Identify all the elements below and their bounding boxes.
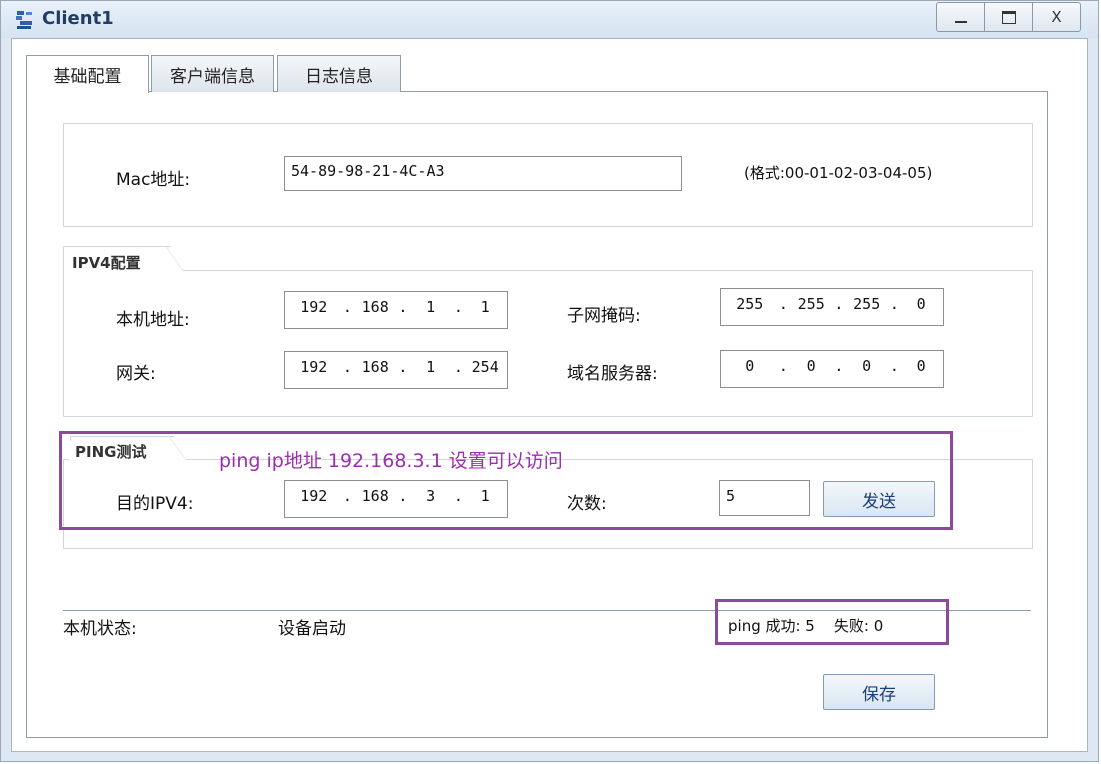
octet: 0: [862, 357, 872, 375]
octet: 0: [916, 357, 926, 375]
close-icon: X: [1051, 8, 1062, 26]
mac-format-hint: (格式:00-01-02-03-04-05): [744, 164, 933, 182]
octet: 192: [300, 298, 328, 316]
mac-input[interactable]: 54-89-98-21-4C-A3: [284, 156, 682, 191]
tab-log-info[interactable]: 日志信息: [277, 55, 401, 92]
octet: 168: [361, 358, 389, 376]
local-address-input[interactable]: 192. 168. 1. 1: [284, 291, 508, 329]
dns-label: 域名服务器:: [567, 364, 658, 384]
octet: 254: [471, 358, 499, 376]
window-controls: X: [936, 2, 1084, 32]
save-button[interactable]: 保存: [823, 674, 935, 710]
octet: 1: [426, 358, 436, 376]
ping-highlight-box: [59, 431, 953, 530]
maximize-icon: [1001, 10, 1016, 24]
gateway-label: 网关:: [116, 364, 156, 384]
tab-basic-config[interactable]: 基础配置: [26, 55, 149, 93]
mac-label: Mac地址:: [116, 170, 191, 190]
octet: 168: [361, 298, 389, 316]
status-value: 设备启动: [278, 619, 346, 639]
octet: 0: [745, 357, 755, 375]
octet: 1: [426, 298, 436, 316]
minimize-icon: [954, 21, 967, 23]
octet: 1: [480, 298, 490, 316]
ipv4-legend-notch: [165, 246, 184, 272]
octet: 0: [806, 357, 816, 375]
octet: 255: [736, 295, 764, 313]
subnet-mask-input[interactable]: 255. 255. 255. 0: [720, 288, 944, 326]
maximize-button[interactable]: [984, 2, 1033, 32]
status-label: 本机状态:: [63, 619, 137, 639]
local-address-label: 本机地址:: [116, 310, 190, 330]
window-title: Client1: [42, 8, 114, 29]
tab-client-info[interactable]: 客户端信息: [151, 55, 274, 92]
octet: 0: [916, 295, 926, 313]
title-bar[interactable]: [1, 1, 1098, 38]
gateway-input[interactable]: 192. 168. 1. 254: [284, 351, 508, 389]
subnet-mask-label: 子网掩码:: [567, 306, 641, 326]
minimize-button[interactable]: [936, 2, 985, 32]
octet: 255: [853, 295, 881, 313]
dns-input[interactable]: 0. 0. 0. 0: [720, 350, 944, 388]
octet: 192: [300, 358, 328, 376]
app-icon: [16, 11, 32, 29]
close-button[interactable]: X: [1032, 2, 1081, 32]
ipv4-legend: IPV4配置: [66, 252, 147, 273]
octet: 255: [797, 295, 825, 313]
ping-result-highlight-box: [715, 599, 949, 645]
